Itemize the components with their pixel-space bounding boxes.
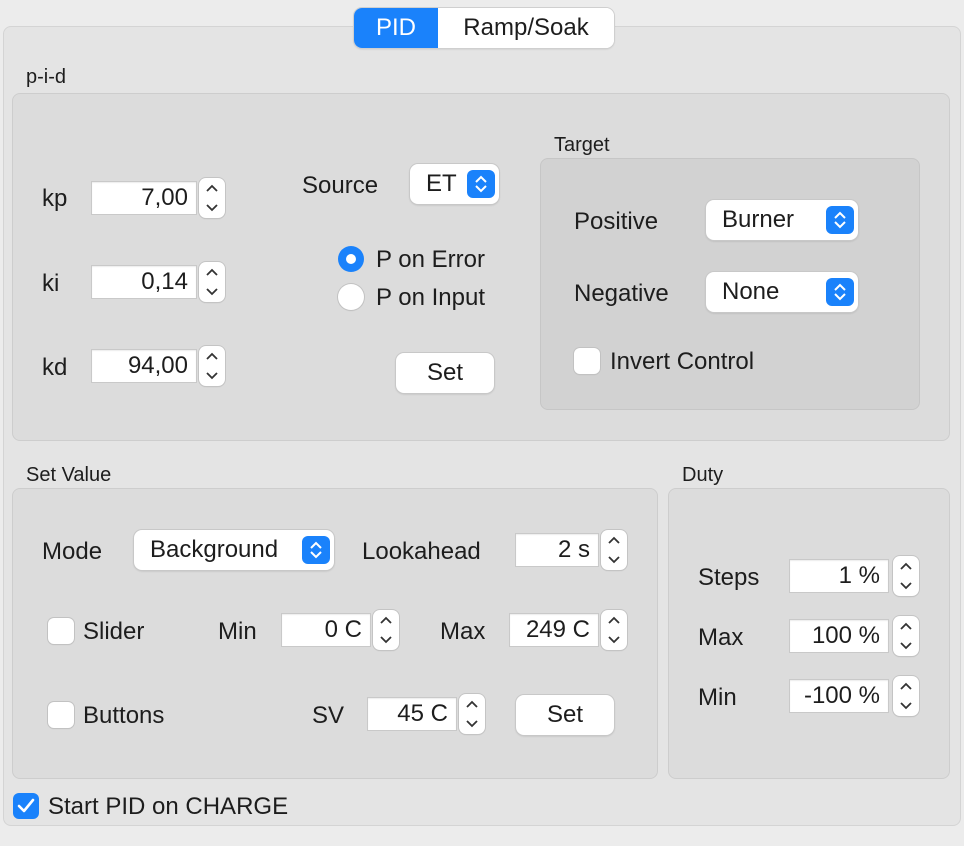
duty-min-stepper[interactable]	[893, 676, 919, 716]
duty-max-input[interactable]: 100 %	[789, 619, 889, 653]
updown-chevron-icon	[826, 278, 854, 306]
duty-steps-stepper[interactable]	[893, 556, 919, 596]
ki-stepper[interactable]	[199, 262, 225, 302]
sv-stepper[interactable]	[459, 694, 485, 734]
negative-value: None	[722, 278, 780, 305]
duty-min-input[interactable]: -100 %	[789, 679, 889, 713]
chevron-up-icon[interactable]	[199, 262, 225, 282]
sv-spinbox: 45 C	[367, 694, 485, 734]
invert-control-checkbox[interactable]	[574, 348, 600, 374]
chevron-down-icon[interactable]	[893, 576, 919, 596]
chevron-down-icon[interactable]	[459, 714, 485, 734]
sv-max-stepper[interactable]	[601, 610, 627, 650]
chevron-up-icon[interactable]	[893, 676, 919, 696]
chevron-down-icon[interactable]	[893, 636, 919, 656]
p-on-input-radio[interactable]	[338, 284, 364, 310]
duty-max-label: Max	[698, 624, 744, 651]
sv-set-button[interactable]: Set	[516, 695, 614, 735]
ki-input[interactable]: 0,14	[91, 265, 197, 299]
buttons-label: Buttons	[83, 702, 165, 729]
chevron-up-icon[interactable]	[373, 610, 399, 630]
duty-steps-spinbox: 1 %	[789, 556, 919, 596]
target-group-title: Target	[554, 134, 610, 156]
updown-chevron-icon	[467, 170, 495, 198]
positive-select[interactable]: Burner	[706, 200, 858, 240]
updown-chevron-icon	[826, 206, 854, 234]
mode-label: Mode	[42, 538, 103, 565]
duty-max-spinbox: 100 %	[789, 616, 919, 656]
set-value-group-title: Set Value	[26, 464, 112, 486]
positive-value: Burner	[722, 206, 795, 233]
pid-set-button[interactable]: Set	[396, 353, 494, 393]
kd-stepper[interactable]	[199, 346, 225, 386]
p-on-input-label: P on Input	[376, 284, 485, 311]
start-pid-on-charge-label: Start PID on CHARGE	[48, 793, 289, 820]
kp-label: kp	[42, 185, 68, 212]
mode-select[interactable]: Background	[134, 530, 334, 570]
chevron-down-icon[interactable]	[373, 630, 399, 650]
duty-min-spinbox: -100 %	[789, 676, 919, 716]
negative-select[interactable]: None	[706, 272, 858, 312]
sv-min-label: Min	[218, 618, 257, 645]
kp-stepper[interactable]	[199, 178, 225, 218]
chevron-down-icon[interactable]	[601, 630, 627, 650]
tab-ramp-soak[interactable]: Ramp/Soak	[438, 8, 614, 48]
chevron-up-icon[interactable]	[601, 530, 627, 550]
kd-spinbox: 94,00	[91, 346, 225, 386]
kp-spinbox: 7,00	[91, 178, 225, 218]
duty-max-stepper[interactable]	[893, 616, 919, 656]
sv-input[interactable]: 45 C	[367, 697, 457, 731]
chevron-down-icon[interactable]	[893, 696, 919, 716]
sv-max-input[interactable]: 249 C	[509, 613, 599, 647]
buttons-checkbox[interactable]	[48, 702, 74, 728]
p-on-error-label: P on Error	[376, 246, 485, 273]
negative-label: Negative	[574, 280, 669, 307]
positive-label: Positive	[574, 208, 659, 235]
slider-checkbox[interactable]	[48, 618, 74, 644]
sv-max-label: Max	[440, 618, 486, 645]
sv-min-spinbox: 0 C	[281, 610, 399, 650]
chevron-down-icon[interactable]	[199, 282, 225, 302]
duty-steps-input[interactable]: 1 %	[789, 559, 889, 593]
chevron-up-icon[interactable]	[459, 694, 485, 714]
ki-spinbox: 0,14	[91, 262, 225, 302]
chevron-up-icon[interactable]	[601, 610, 627, 630]
chevron-up-icon[interactable]	[893, 556, 919, 576]
kp-input[interactable]: 7,00	[91, 181, 197, 215]
kd-input[interactable]: 94,00	[91, 349, 197, 383]
tab-pid[interactable]: PID	[354, 8, 438, 48]
duty-min-label: Min	[698, 684, 737, 711]
source-label: Source	[302, 172, 379, 199]
duty-group-title: Duty	[682, 464, 724, 486]
chevron-up-icon[interactable]	[199, 178, 225, 198]
chevron-up-icon[interactable]	[199, 346, 225, 366]
p-on-error-radio[interactable]	[338, 246, 364, 272]
invert-control-label: Invert Control	[610, 348, 755, 375]
start-pid-on-charge-checkbox[interactable]	[13, 793, 39, 819]
lookahead-stepper[interactable]	[601, 530, 627, 570]
sv-label: SV	[312, 702, 345, 729]
lookahead-spinbox: 2 s	[515, 530, 627, 570]
mode-value: Background	[150, 536, 279, 563]
kd-label: kd	[42, 354, 68, 381]
chevron-down-icon[interactable]	[199, 366, 225, 386]
sv-min-stepper[interactable]	[373, 610, 399, 650]
source-value: ET	[426, 170, 457, 197]
source-select[interactable]: ET	[410, 164, 499, 204]
chevron-down-icon[interactable]	[199, 198, 225, 218]
chevron-down-icon[interactable]	[601, 550, 627, 570]
duty-steps-label: Steps	[698, 564, 760, 591]
pid-group-title: p-i-d	[26, 66, 67, 88]
ki-label: ki	[42, 270, 60, 297]
sv-min-input[interactable]: 0 C	[281, 613, 371, 647]
sv-max-spinbox: 249 C	[509, 610, 627, 650]
lookahead-input[interactable]: 2 s	[515, 533, 599, 567]
chevron-up-icon[interactable]	[893, 616, 919, 636]
tab-bar: PID Ramp/Soak	[354, 8, 614, 48]
updown-chevron-icon	[302, 536, 330, 564]
slider-label: Slider	[83, 618, 145, 645]
lookahead-label: Lookahead	[362, 538, 481, 565]
checkmark-icon	[17, 798, 35, 813]
